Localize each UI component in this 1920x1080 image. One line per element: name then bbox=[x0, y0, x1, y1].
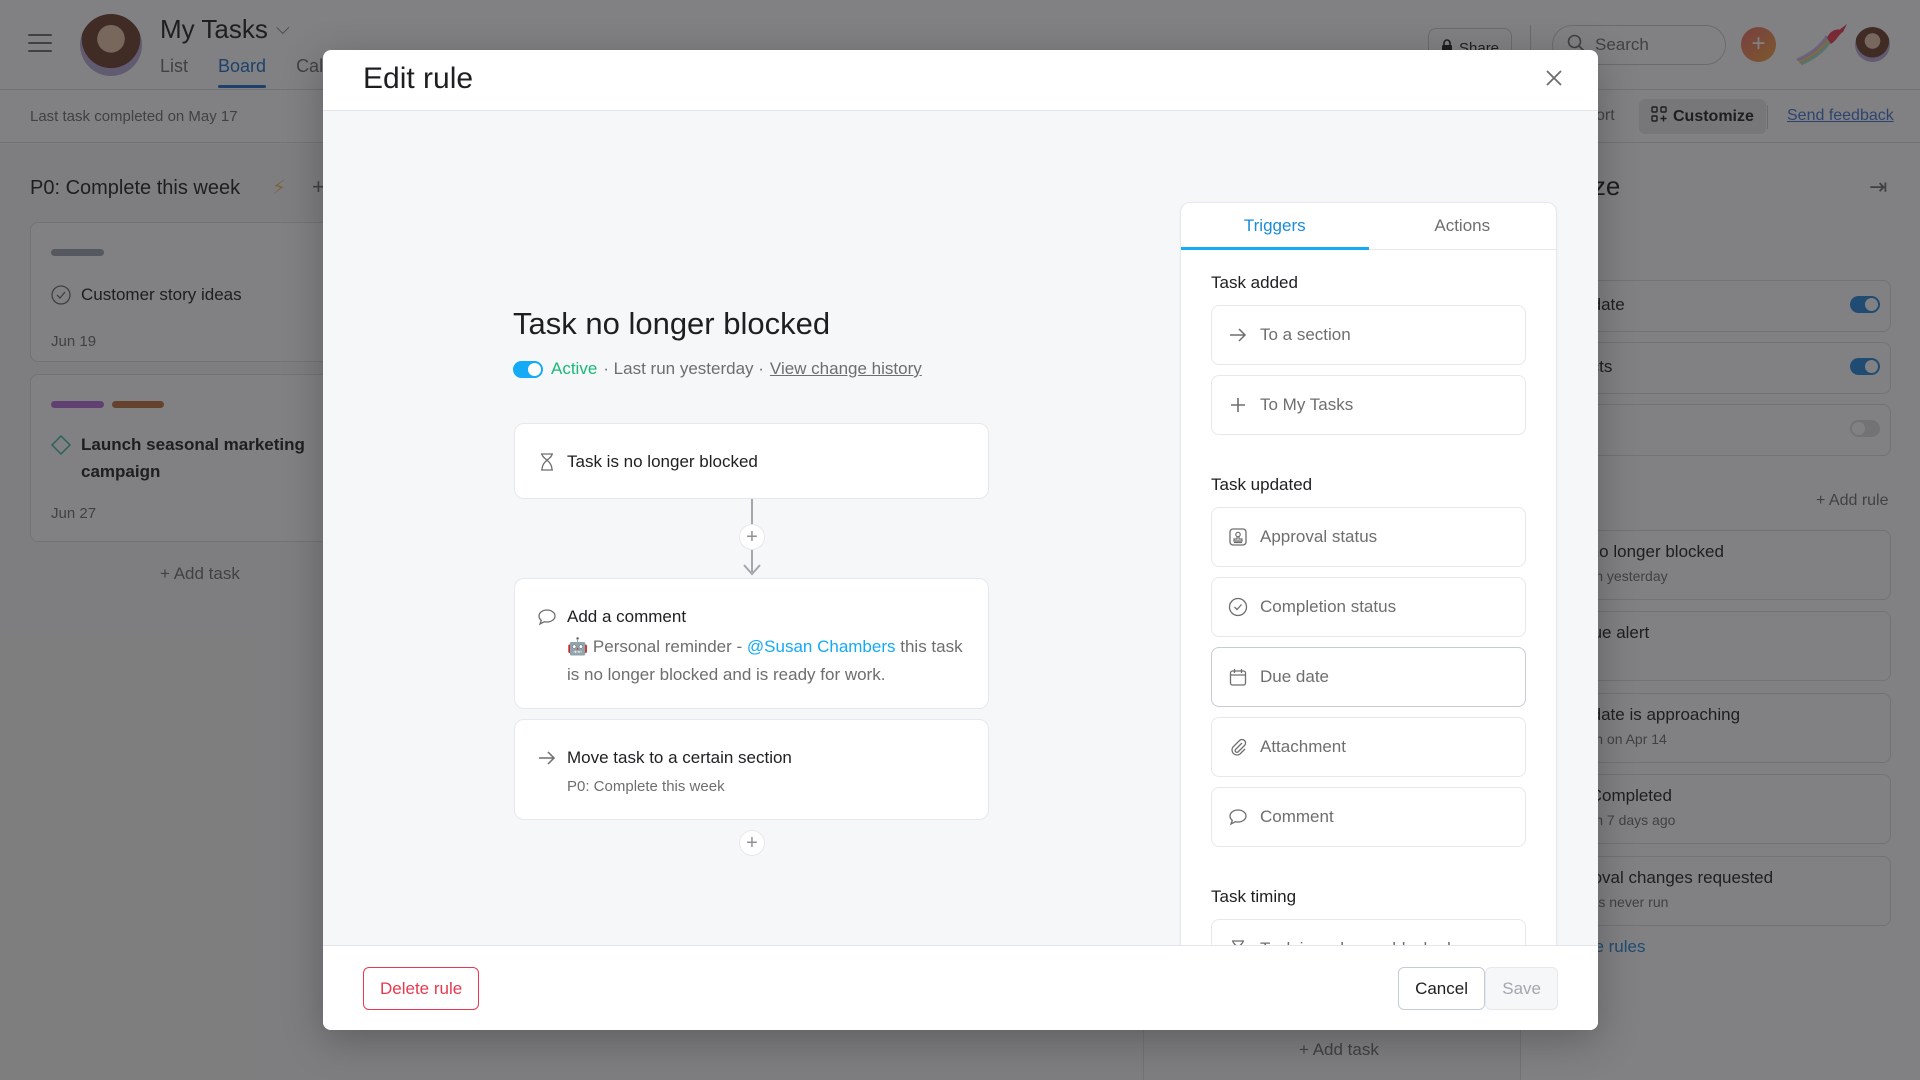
option-label: Completion status bbox=[1260, 597, 1397, 616]
section-heading: Task updated bbox=[1211, 475, 1313, 494]
action-label: Add a comment bbox=[567, 607, 687, 626]
trigger-option-comment[interactable]: Comment bbox=[1211, 787, 1526, 847]
action-label: Move task to a certain section bbox=[567, 748, 792, 767]
tab-actions[interactable]: Actions bbox=[1369, 203, 1557, 249]
modal-footer: Delete rule Cancel Save bbox=[323, 945, 1598, 1030]
trigger-option-to-a-section[interactable]: To a section bbox=[1211, 305, 1526, 365]
comment-icon bbox=[1229, 809, 1247, 826]
option-label: Comment bbox=[1260, 807, 1334, 826]
action-card[interactable]: Move task to a certain section P0: Compl… bbox=[514, 719, 989, 820]
rule-active-toggle[interactable] bbox=[513, 360, 543, 378]
view-change-history-link[interactable]: View change history bbox=[770, 359, 922, 379]
robot-emoji: 🤖 bbox=[567, 637, 589, 656]
trigger-option-approval-status[interactable]: Approval status bbox=[1211, 507, 1526, 567]
picker-list[interactable]: Task added To a section To My Tasks Task… bbox=[1181, 251, 1556, 952]
option-label: Due date bbox=[1260, 667, 1329, 686]
action-target-section: P0: Complete this week bbox=[567, 778, 725, 795]
picker-tabs: Triggers Actions bbox=[1181, 203, 1556, 250]
modal-body: Task no longer blocked Active · Last run… bbox=[323, 111, 1598, 953]
trigger-option-completion-status[interactable]: Completion status bbox=[1211, 577, 1526, 637]
option-label: Approval status bbox=[1260, 527, 1378, 546]
trigger-option-attachment[interactable]: Attachment bbox=[1211, 717, 1526, 777]
add-step-button[interactable]: + bbox=[739, 524, 765, 550]
cancel-button[interactable]: Cancel bbox=[1398, 967, 1485, 1010]
flow-connector bbox=[751, 499, 753, 524]
save-button[interactable]: Save bbox=[1485, 967, 1558, 1010]
check-circle-icon bbox=[1228, 597, 1248, 617]
hourglass-icon bbox=[537, 452, 557, 472]
comment-icon bbox=[537, 607, 557, 627]
arrow-right-icon bbox=[537, 748, 557, 768]
trigger-picker-panel: Triggers Actions Task added To a section… bbox=[1180, 202, 1557, 953]
option-label: To a section bbox=[1260, 325, 1351, 344]
trigger-label: Task is no longer blocked bbox=[567, 452, 758, 471]
arrow-right-icon bbox=[1230, 328, 1247, 342]
rule-meta: Active · Last run yesterday · View chang… bbox=[513, 359, 922, 379]
paperclip-icon bbox=[1231, 738, 1247, 756]
plus-icon bbox=[1231, 398, 1245, 412]
trigger-card[interactable]: Task is no longer blocked bbox=[514, 423, 989, 499]
status-label: Active bbox=[551, 359, 598, 378]
comment-text-part: Personal reminder - bbox=[588, 637, 747, 656]
tab-triggers[interactable]: Triggers bbox=[1181, 203, 1369, 250]
section-heading: Task timing bbox=[1211, 887, 1297, 906]
option-label: Attachment bbox=[1260, 737, 1346, 756]
mention-link[interactable]: @Susan Chambers bbox=[747, 637, 896, 656]
option-label: To My Tasks bbox=[1260, 395, 1354, 414]
action-card[interactable]: Add a comment 🤖 Personal reminder - @Sus… bbox=[514, 578, 989, 709]
comment-text: 🤖 Personal reminder - @Susan Chambers th… bbox=[567, 633, 966, 689]
close-icon bbox=[1545, 69, 1563, 92]
approval-stamp-icon bbox=[1229, 528, 1247, 546]
calendar-icon bbox=[1229, 669, 1247, 686]
add-action-button[interactable]: + bbox=[739, 830, 765, 856]
modal-header: Edit rule bbox=[323, 50, 1598, 111]
rule-title[interactable]: Task no longer blocked bbox=[513, 306, 830, 342]
modal-title: Edit rule bbox=[363, 62, 474, 95]
delete-rule-button[interactable]: Delete rule bbox=[363, 967, 480, 1010]
last-run-text: · Last run yesterday · bbox=[603, 359, 764, 378]
close-button[interactable] bbox=[1536, 62, 1572, 98]
section-heading: Task added bbox=[1211, 273, 1298, 292]
trigger-option-due-date[interactable]: Due date bbox=[1211, 647, 1526, 707]
edit-rule-modal: Edit rule Task no longer blocked Active … bbox=[323, 50, 1598, 1030]
trigger-option-to-my-tasks[interactable]: To My Tasks bbox=[1211, 375, 1526, 435]
